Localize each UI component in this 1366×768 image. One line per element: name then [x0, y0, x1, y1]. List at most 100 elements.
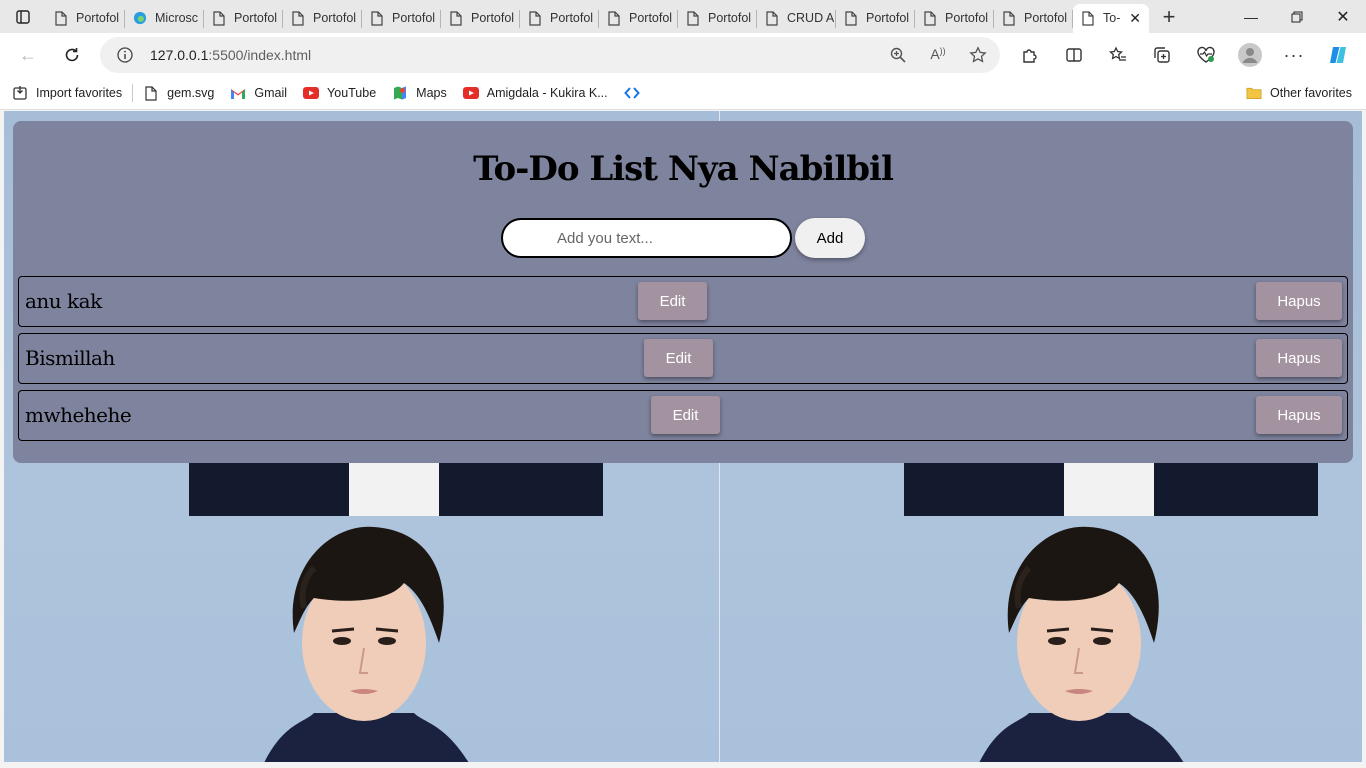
todo-item: Bismillah Edit Hapus: [18, 333, 1348, 384]
import-icon: [12, 85, 28, 101]
collections-button[interactable]: [1140, 46, 1184, 64]
browser-tab[interactable]: Microsc: [125, 4, 204, 33]
browser-tab[interactable]: Portofol: [678, 4, 757, 33]
window-bottom-edge: [0, 763, 1366, 768]
collections-icon: [1154, 47, 1170, 63]
page-icon: [449, 10, 463, 26]
browser-toolbar: ← 127.0.0.1:5500/index.html A)) ···: [0, 33, 1366, 77]
tab-label: Portofol: [708, 11, 752, 25]
favorite-label: YouTube: [327, 86, 377, 100]
page-icon: [923, 10, 937, 26]
favorite-gem[interactable]: gem.svg: [135, 79, 222, 107]
browser-tab[interactable]: Portofol: [599, 4, 678, 33]
tab-label: Portofol: [629, 11, 673, 25]
page-title: To-Do List Nya Nabilbil: [473, 149, 894, 189]
favorite-label: Gmail: [254, 86, 288, 100]
browser-tab[interactable]: CRUD A: [757, 4, 836, 33]
address-bar[interactable]: 127.0.0.1:5500/index.html A)): [100, 37, 1000, 73]
add-button[interactable]: Add: [795, 218, 865, 258]
browser-tab-active[interactable]: To- ✕: [1073, 3, 1149, 33]
page-icon: [686, 10, 700, 26]
browser-tab[interactable]: Portofol: [283, 4, 362, 33]
favorite-code[interactable]: [616, 79, 656, 107]
url-path: :5500/index.html: [208, 47, 312, 63]
favorites-bar: Import favorites gem.svg Gmail YouTube M…: [0, 77, 1366, 110]
tab-label: Portofol: [866, 11, 910, 25]
profile-button[interactable]: [1228, 43, 1272, 67]
youtube-icon: [462, 85, 479, 101]
tab-label: Portofol: [550, 11, 594, 25]
background-portrait-image: [979, 526, 1184, 762]
browser-essentials-button[interactable]: [1184, 46, 1228, 64]
back-button[interactable]: ←: [6, 37, 50, 73]
delete-button[interactable]: Hapus: [1256, 339, 1342, 377]
tab-label: Portofol: [313, 11, 357, 25]
browser-tab[interactable]: Portofol: [520, 4, 599, 33]
favorite-maps[interactable]: Maps: [384, 79, 455, 107]
todo-text: anu kak: [25, 289, 102, 313]
edit-button[interactable]: Edit: [638, 282, 707, 320]
minimize-button[interactable]: —: [1228, 0, 1274, 33]
copilot-icon: [1330, 46, 1346, 64]
other-favorites-folder[interactable]: Other favorites: [1238, 79, 1360, 107]
favorite-star-icon[interactable]: [966, 46, 990, 64]
delete-button[interactable]: Hapus: [1256, 396, 1342, 434]
split-screen-button[interactable]: [1052, 46, 1096, 64]
read-aloud-icon[interactable]: A)): [926, 46, 950, 64]
browser-tab[interactable]: Portofol: [441, 4, 520, 33]
favorite-label: Maps: [416, 86, 447, 100]
browser-tab[interactable]: Portofol: [204, 4, 283, 33]
site-info-button[interactable]: [100, 47, 150, 63]
zoom-icon[interactable]: [886, 46, 910, 64]
browser-tab[interactable]: Portofol: [46, 4, 125, 33]
favorite-gmail[interactable]: Gmail: [222, 79, 295, 107]
split-screen-icon: [1066, 48, 1082, 62]
close-window-button[interactable]: ✕: [1320, 0, 1366, 33]
address-bar-actions: A)): [886, 46, 990, 64]
favorites-divider: [132, 84, 134, 102]
page-icon: [370, 10, 384, 26]
favorite-youtube[interactable]: YouTube: [295, 79, 384, 107]
extensions-button[interactable]: [1008, 46, 1052, 64]
page-icon: [765, 10, 779, 26]
favorite-import[interactable]: Import favorites: [0, 79, 130, 107]
close-tab-icon[interactable]: ✕: [1129, 10, 1141, 27]
page-viewport: To-Do List Nya Nabilbil Add anu kak Edit…: [4, 111, 1362, 762]
page-icon: [1002, 10, 1016, 26]
edge-icon: [133, 10, 147, 26]
maps-icon: [392, 85, 408, 101]
favorites-button[interactable]: [1096, 46, 1140, 64]
favorites-list-icon: [1109, 46, 1126, 61]
todo-text: Bismillah: [25, 346, 115, 370]
browser-tab[interactable]: Portofol: [362, 4, 441, 33]
favorite-label: gem.svg: [167, 86, 215, 100]
edit-button[interactable]: Edit: [651, 396, 720, 434]
favorite-label: Import favorites: [36, 86, 123, 100]
avatar-icon: [1238, 43, 1262, 67]
browser-tab[interactable]: Portofol: [836, 4, 915, 33]
todo-text: mwhehehe: [25, 403, 132, 427]
favorite-amigdala[interactable]: Amigdala - Kukira K...: [455, 79, 616, 107]
refresh-button[interactable]: [50, 37, 94, 73]
copilot-button[interactable]: [1316, 44, 1360, 66]
delete-button[interactable]: Hapus: [1256, 282, 1342, 320]
tab-label: CRUD A: [787, 11, 835, 25]
browser-tab[interactable]: Portofol: [915, 4, 994, 33]
heart-pulse-icon: [1197, 46, 1215, 63]
restore-button[interactable]: [1274, 0, 1320, 33]
code-icon: [623, 85, 640, 101]
todo-item: anu kak Edit Hapus: [18, 276, 1348, 327]
new-tab-button[interactable]: +: [1149, 0, 1189, 33]
settings-more-button[interactable]: ···: [1272, 45, 1316, 66]
folder-icon: [1246, 85, 1262, 101]
plus-icon: +: [1162, 3, 1176, 29]
todo-text-input[interactable]: [501, 218, 792, 258]
page-icon: [1081, 10, 1095, 26]
browser-tools: ···: [1008, 37, 1360, 73]
window-controls: — ✕: [1228, 0, 1366, 33]
tab-actions-button[interactable]: [0, 0, 46, 33]
page-icon: [212, 10, 226, 26]
browser-tab[interactable]: Portofol: [994, 4, 1073, 33]
edit-button[interactable]: Edit: [644, 339, 713, 377]
minimize-icon: —: [1244, 8, 1258, 25]
